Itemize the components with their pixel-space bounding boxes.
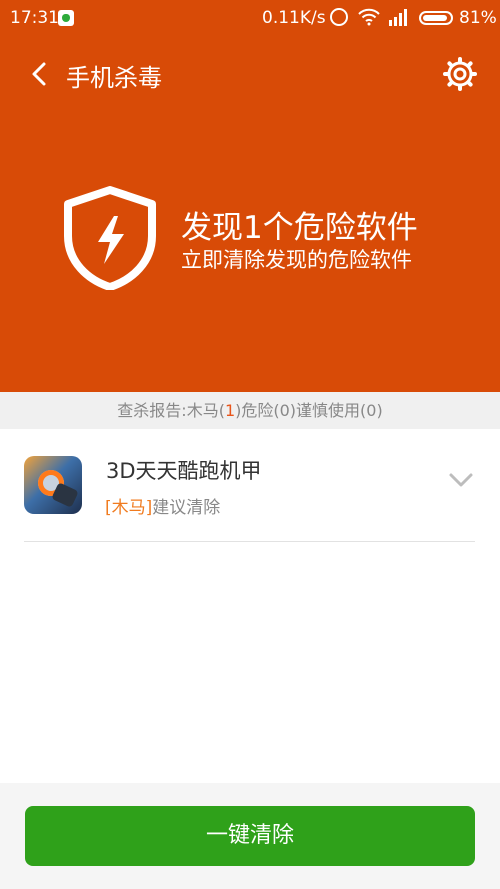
trojan-label: [木马] [105, 498, 153, 518]
scan-report: 查杀报告:木马(1)危险(0)谨慎使用(0) [0, 392, 500, 429]
battery-percent: 81% [459, 8, 497, 28]
trojan-count: 1 [224, 401, 236, 420]
threat-headline: 发现1个危险软件 [181, 210, 418, 246]
network-speed: 0.11K/s [262, 8, 326, 28]
page-title: 手机杀毒 [66, 64, 162, 92]
report-prefix: 查杀报告:木马( [117, 401, 225, 420]
app-name: 3D天天酷跑机甲 [106, 459, 262, 483]
app-threat-tag: [木马]建议清除 [105, 493, 220, 518]
signal-icon [389, 9, 407, 26]
list-item[interactable]: 3D天天酷跑机甲 [木马]建议清除 [0, 429, 500, 542]
app-icon [24, 456, 82, 514]
divider [24, 541, 475, 542]
battery-icon [419, 11, 453, 25]
back-icon[interactable] [28, 60, 52, 88]
gear-icon[interactable] [442, 56, 478, 92]
alarm-icon [330, 8, 348, 26]
status-bar: 17:31 0.11K/s 81% [0, 0, 500, 36]
top-banner: 17:31 0.11K/s 81% 手机杀毒 发现1个危险软件 立即清除发现的危… [0, 0, 500, 392]
threat-list: 3D天天酷跑机甲 [木马]建议清除 [0, 429, 500, 783]
clean-all-button[interactable]: 一键清除 [25, 806, 475, 866]
chevron-down-icon[interactable] [448, 472, 474, 488]
wifi-icon [358, 8, 380, 26]
bottom-bar: 一键清除 [0, 783, 500, 889]
report-suffix: )危险(0)谨慎使用(0) [235, 401, 383, 420]
status-time: 17:31 [10, 8, 59, 28]
security-app-icon [58, 10, 74, 26]
threat-subline: 立即清除发现的危险软件 [181, 248, 412, 272]
advice-label: 建议清除 [152, 498, 221, 518]
shield-lightning-icon [64, 186, 156, 290]
